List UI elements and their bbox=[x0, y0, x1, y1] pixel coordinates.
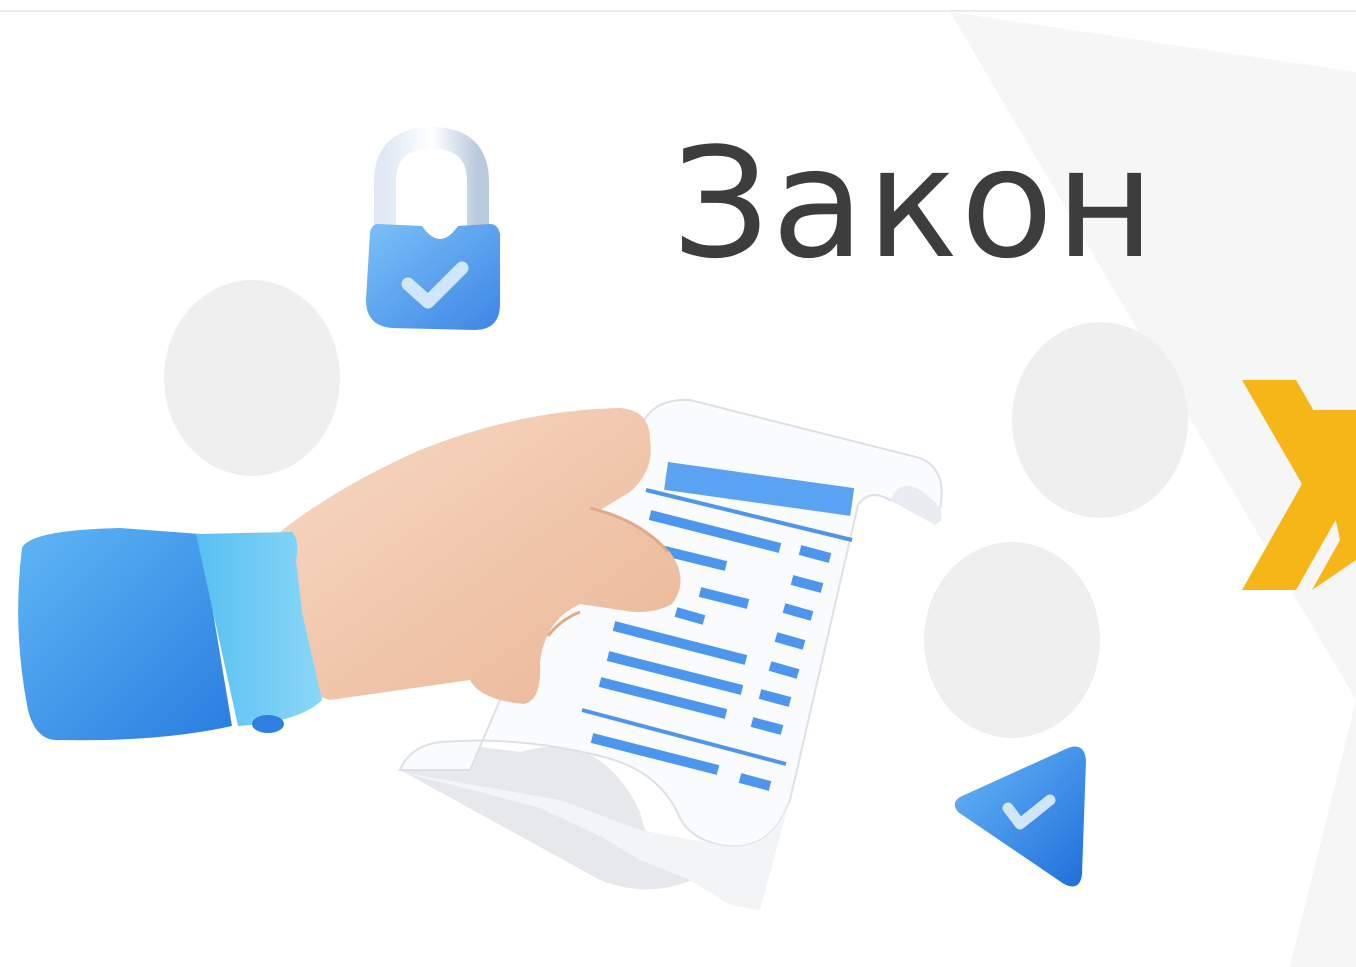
bg-circle-left bbox=[164, 280, 340, 476]
bg-circle-right-top bbox=[1012, 322, 1188, 518]
slide-title: Закон bbox=[672, 115, 1157, 292]
bg-circle-right-bottom bbox=[924, 542, 1100, 738]
sleeve bbox=[18, 528, 322, 741]
